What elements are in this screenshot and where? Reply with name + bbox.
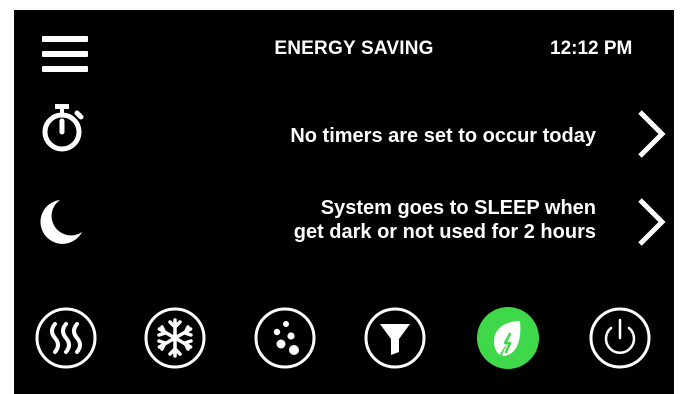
leaf-icon — [477, 307, 539, 369]
chevron-right-icon[interactable] — [634, 196, 668, 248]
page-title: ENERGY SAVING — [274, 38, 434, 59]
clock-time: 12:12 PM — [550, 38, 633, 59]
moon-icon — [36, 196, 88, 248]
fan-mode-button[interactable] — [253, 306, 317, 370]
dots-icon — [254, 307, 316, 369]
sleep-text-line-1: System goes to SLEEP when — [320, 197, 596, 219]
timer-status-text[interactable]: No timers are set to occur today — [290, 124, 596, 148]
power-button[interactable] — [588, 306, 652, 370]
power-icon — [589, 307, 651, 369]
filter-mode-button[interactable] — [363, 306, 427, 370]
cool-mode-button[interactable] — [143, 306, 207, 370]
heat-mode-button[interactable] — [34, 306, 98, 370]
snowflake-icon — [144, 307, 206, 369]
stopwatch-icon — [36, 102, 88, 154]
device-screen: ENERGY SAVING 12:12 PM No timers are set… — [14, 10, 674, 394]
energy-saving-mode-button[interactable] — [476, 306, 540, 370]
sleep-text-line-2: get dark or not used for 2 hours — [293, 221, 596, 243]
filter-icon — [364, 307, 426, 369]
chevron-right-icon[interactable] — [634, 108, 668, 160]
heat-icon — [35, 307, 97, 369]
hamburger-menu-icon[interactable] — [42, 36, 88, 72]
sleep-description-text[interactable]: System goes to SLEEP when get dark or no… — [294, 196, 596, 244]
